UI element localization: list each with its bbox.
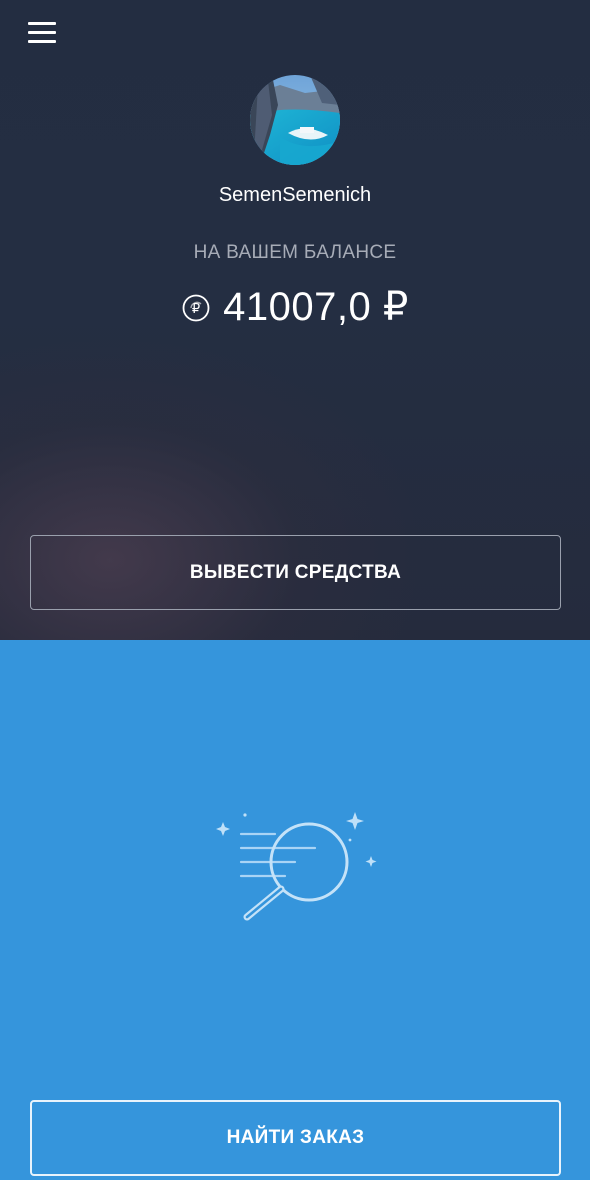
find-order-button[interactable]: НАЙТИ ЗАКАЗ [30, 1100, 561, 1176]
balance-label: НА ВАШЕМ БАЛАНСЕ [193, 242, 397, 263]
balance-panel: SemenSemenich НА ВАШЕМ БАЛАНСЕ ₽ 41007,0… [0, 0, 590, 640]
svg-text:₽: ₽ [192, 302, 200, 317]
withdraw-funds-label: ВЫВЕСТИ СРЕДСТВА [189, 561, 402, 583]
hamburger-menu-icon [28, 31, 56, 34]
find-order-label: НАЙТИ ЗАКАЗ [226, 1127, 365, 1148]
hamburger-menu-icon [28, 22, 56, 25]
withdraw-funds-button[interactable]: ВЫВЕСТИ СРЕДСТВА [30, 535, 561, 610]
menu-button[interactable] [26, 20, 58, 46]
profile-photo-icon [250, 75, 340, 165]
search-magnifier-icon [216, 812, 377, 921]
avatar[interactable] [250, 75, 340, 165]
app-screen: SemenSemenich НА ВАШЕМ БАЛАНСЕ ₽ 41007,0… [0, 0, 590, 1180]
orders-panel: НАЙТИ ЗАКАЗ [0, 640, 590, 1180]
balance-amount: 41007,0 ₽ [223, 285, 409, 329]
username: SemenSemenich [218, 184, 372, 206]
balance-row: ₽ 41007,0 ₽ [0, 284, 590, 330]
hamburger-menu-icon [28, 40, 56, 43]
ruble-coin-icon: ₽ [182, 294, 210, 322]
